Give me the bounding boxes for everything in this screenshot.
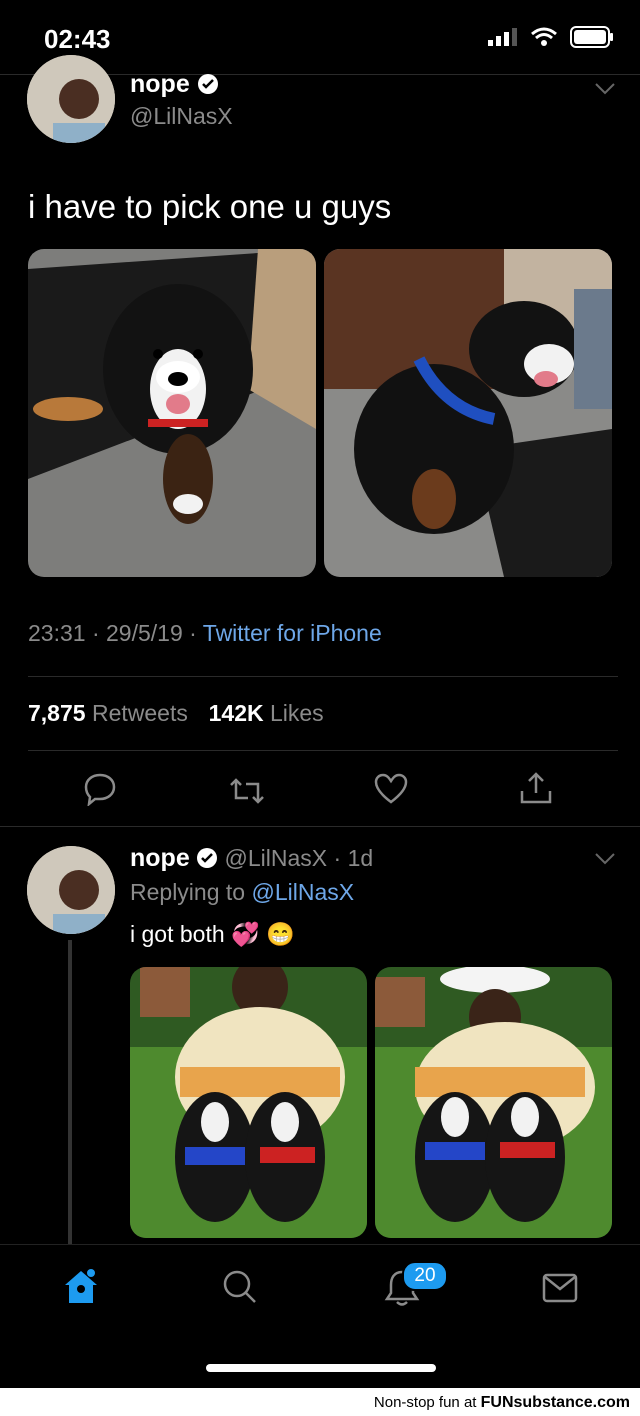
tweet-meta: 23:31 · 29/5/19 · Twitter for iPhone	[28, 620, 382, 646]
reply-header: nope @LilNasX · 1d	[130, 844, 374, 872]
emoji-hearts-grin: 💞 😁	[231, 921, 295, 947]
reply-icon[interactable]	[83, 772, 117, 806]
reply-photo-2[interactable]	[375, 967, 612, 1238]
battery-icon	[570, 26, 613, 48]
notifications-badge: 20	[402, 1261, 448, 1291]
avatar[interactable]	[27, 55, 115, 143]
messages-icon[interactable]	[542, 1273, 578, 1303]
verified-icon	[197, 848, 218, 868]
reply-photo-1[interactable]	[130, 967, 367, 1238]
home-indicator	[206, 1364, 436, 1372]
engagement-counts: 7,875 Retweets 142K Likes	[28, 700, 324, 727]
search-icon[interactable]	[222, 1269, 258, 1305]
reply-handle[interactable]: @LilNasX	[225, 845, 328, 871]
tweet-date: 29/5/19	[106, 620, 183, 646]
status-time: 02:43	[44, 24, 111, 54]
reply-display-name[interactable]: nope	[130, 844, 190, 872]
signal-icon	[488, 28, 517, 46]
tweet-source[interactable]: Twitter for iPhone	[203, 620, 382, 646]
retweet-icon[interactable]	[228, 776, 266, 806]
reply-text: i got both 💞 😁	[130, 921, 295, 947]
replying-to-label: Replying to	[130, 879, 246, 905]
likes-count[interactable]: 142K	[209, 700, 264, 726]
footer-prefix: Non-stop fun at	[373, 1394, 477, 1411]
handle[interactable]: @LilNasX	[130, 103, 233, 130]
tweet-text: i have to pick one u guys	[28, 188, 392, 225]
retweets-count[interactable]: 7,875	[28, 700, 86, 726]
verified-icon	[197, 74, 218, 94]
tweet-photo-1[interactable]	[28, 249, 316, 577]
tweet-time: 23:31	[28, 620, 86, 646]
reply-age: 1d	[347, 845, 374, 871]
display-name[interactable]: nope	[130, 70, 219, 99]
wifi-icon	[531, 27, 557, 46]
footer-brand[interactable]: FUNsubstance.com	[481, 1394, 630, 1411]
tab-bar: 20	[0, 1244, 640, 1345]
retweets-label[interactable]: Retweets	[92, 700, 188, 726]
status-icons	[488, 26, 614, 48]
share-icon[interactable]	[519, 771, 553, 805]
reply-avatar[interactable]	[27, 846, 115, 934]
like-icon[interactable]	[374, 773, 408, 805]
home-icon[interactable]	[61, 1267, 101, 1307]
thread-line	[68, 940, 72, 1244]
chevron-down-icon[interactable]	[594, 82, 616, 96]
likes-label[interactable]: Likes	[270, 700, 324, 726]
footer-watermark: Non-stop fun at FUNsubstance.com	[0, 1388, 640, 1416]
replying-to: Replying to @LilNasX	[130, 879, 354, 906]
replying-to-handle[interactable]: @LilNasX	[251, 879, 354, 905]
tweet-photo-2[interactable]	[324, 249, 612, 577]
chevron-down-icon[interactable]	[594, 852, 616, 866]
